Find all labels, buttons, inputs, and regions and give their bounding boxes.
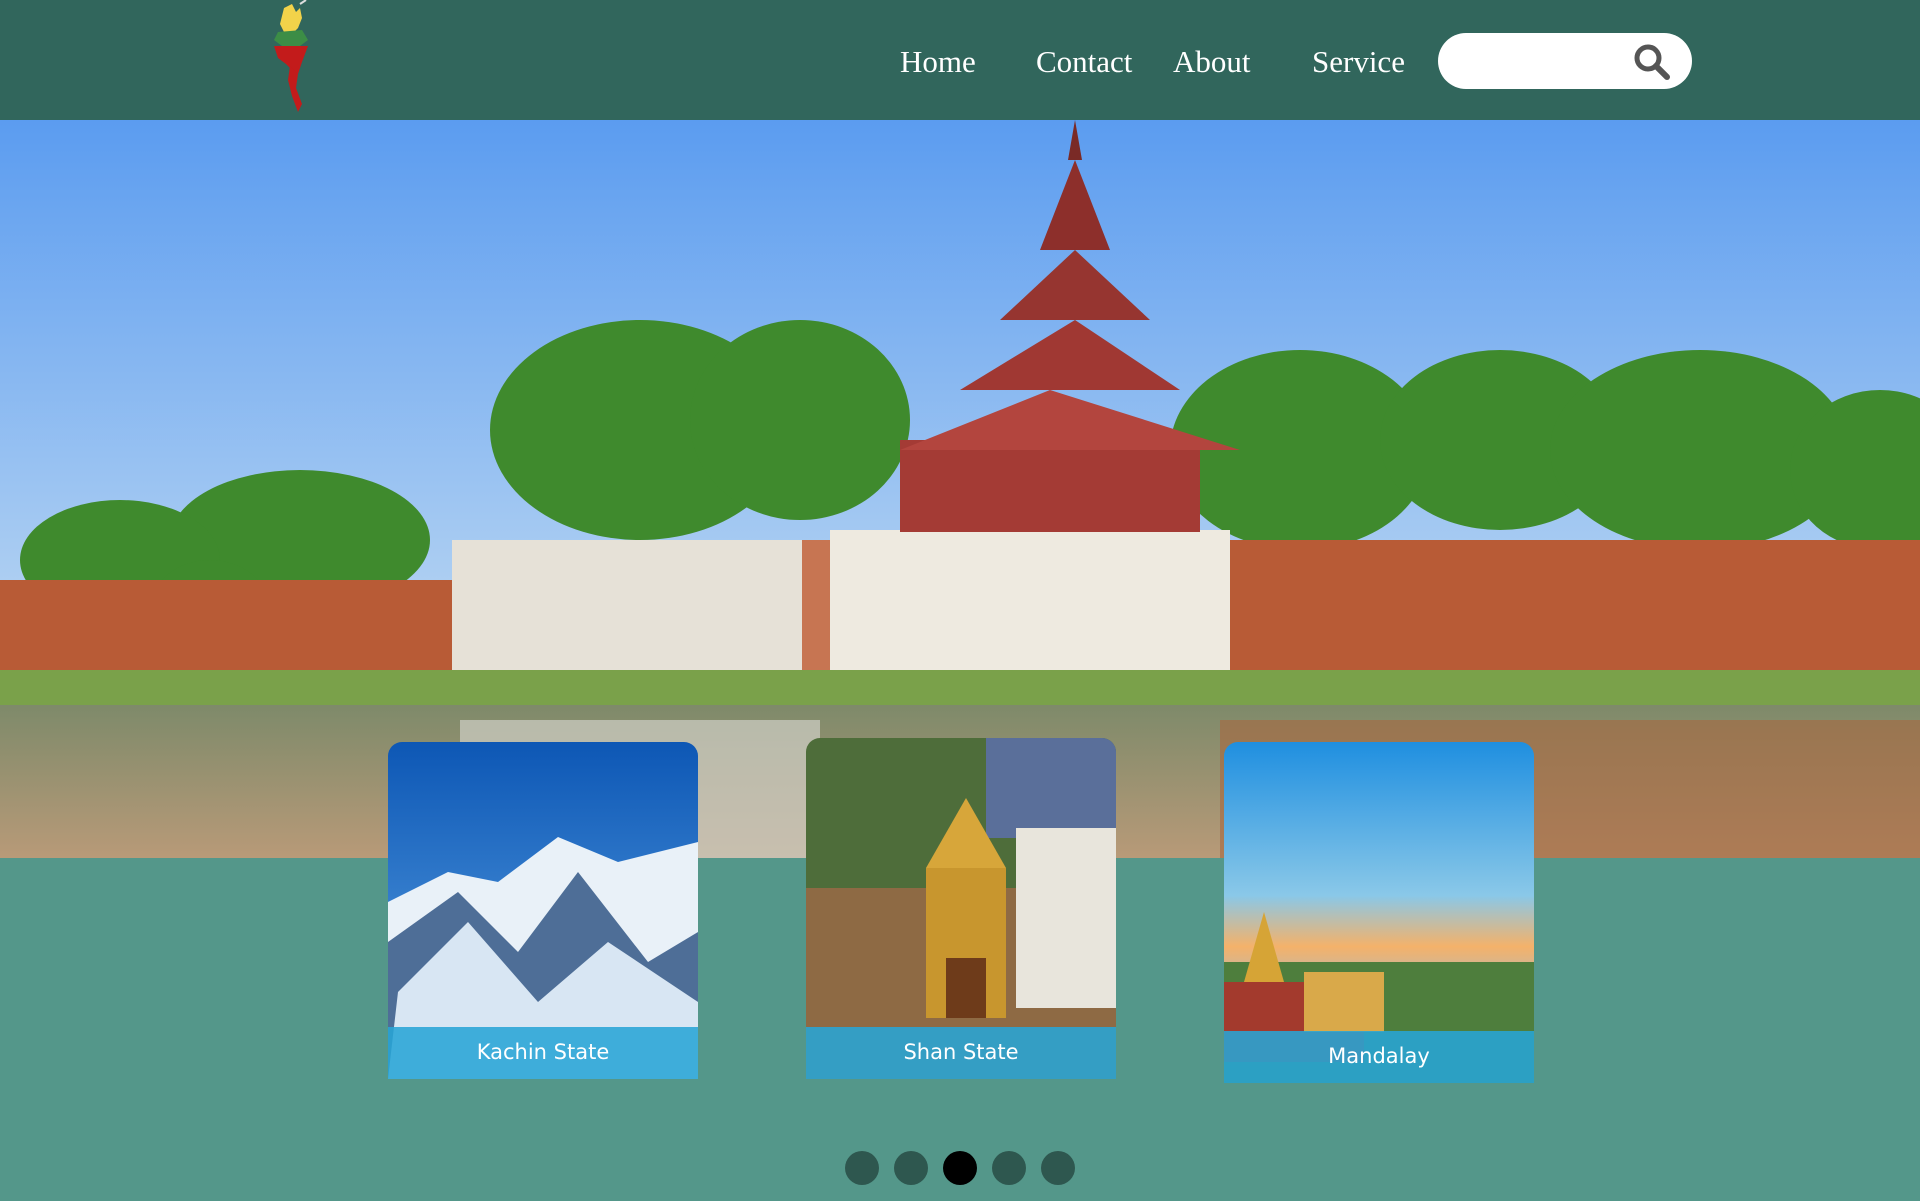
nav-contact-link[interactable]: Contact <box>1036 38 1132 86</box>
search-input[interactable] <box>1460 43 1640 79</box>
carousel-dot-active[interactable] <box>943 1151 977 1185</box>
myanmar-map-logo[interactable] <box>262 0 322 116</box>
search-box <box>1438 33 1692 89</box>
nav-service-link[interactable]: Service <box>1312 38 1405 86</box>
card-caption: Kachin State <box>388 1027 698 1079</box>
carousel-dot[interactable] <box>894 1151 928 1185</box>
destination-card-mandalay[interactable]: Mandalay <box>1224 742 1534 1083</box>
card-caption: Mandalay <box>1224 1031 1534 1083</box>
destination-card-shan[interactable]: Shan State <box>806 738 1116 1079</box>
search-icon[interactable] <box>1632 42 1672 82</box>
nav-about-link[interactable]: About <box>1173 38 1251 86</box>
destination-card-kachin[interactable]: Kachin State <box>388 742 698 1079</box>
carousel-dot[interactable] <box>1041 1151 1075 1185</box>
card-caption: Shan State <box>806 1027 1116 1079</box>
top-navbar: Home Contact About Service <box>0 0 1920 120</box>
carousel-dot[interactable] <box>845 1151 879 1185</box>
carousel-dot[interactable] <box>992 1151 1026 1185</box>
nav-home-link[interactable]: Home <box>900 38 976 86</box>
